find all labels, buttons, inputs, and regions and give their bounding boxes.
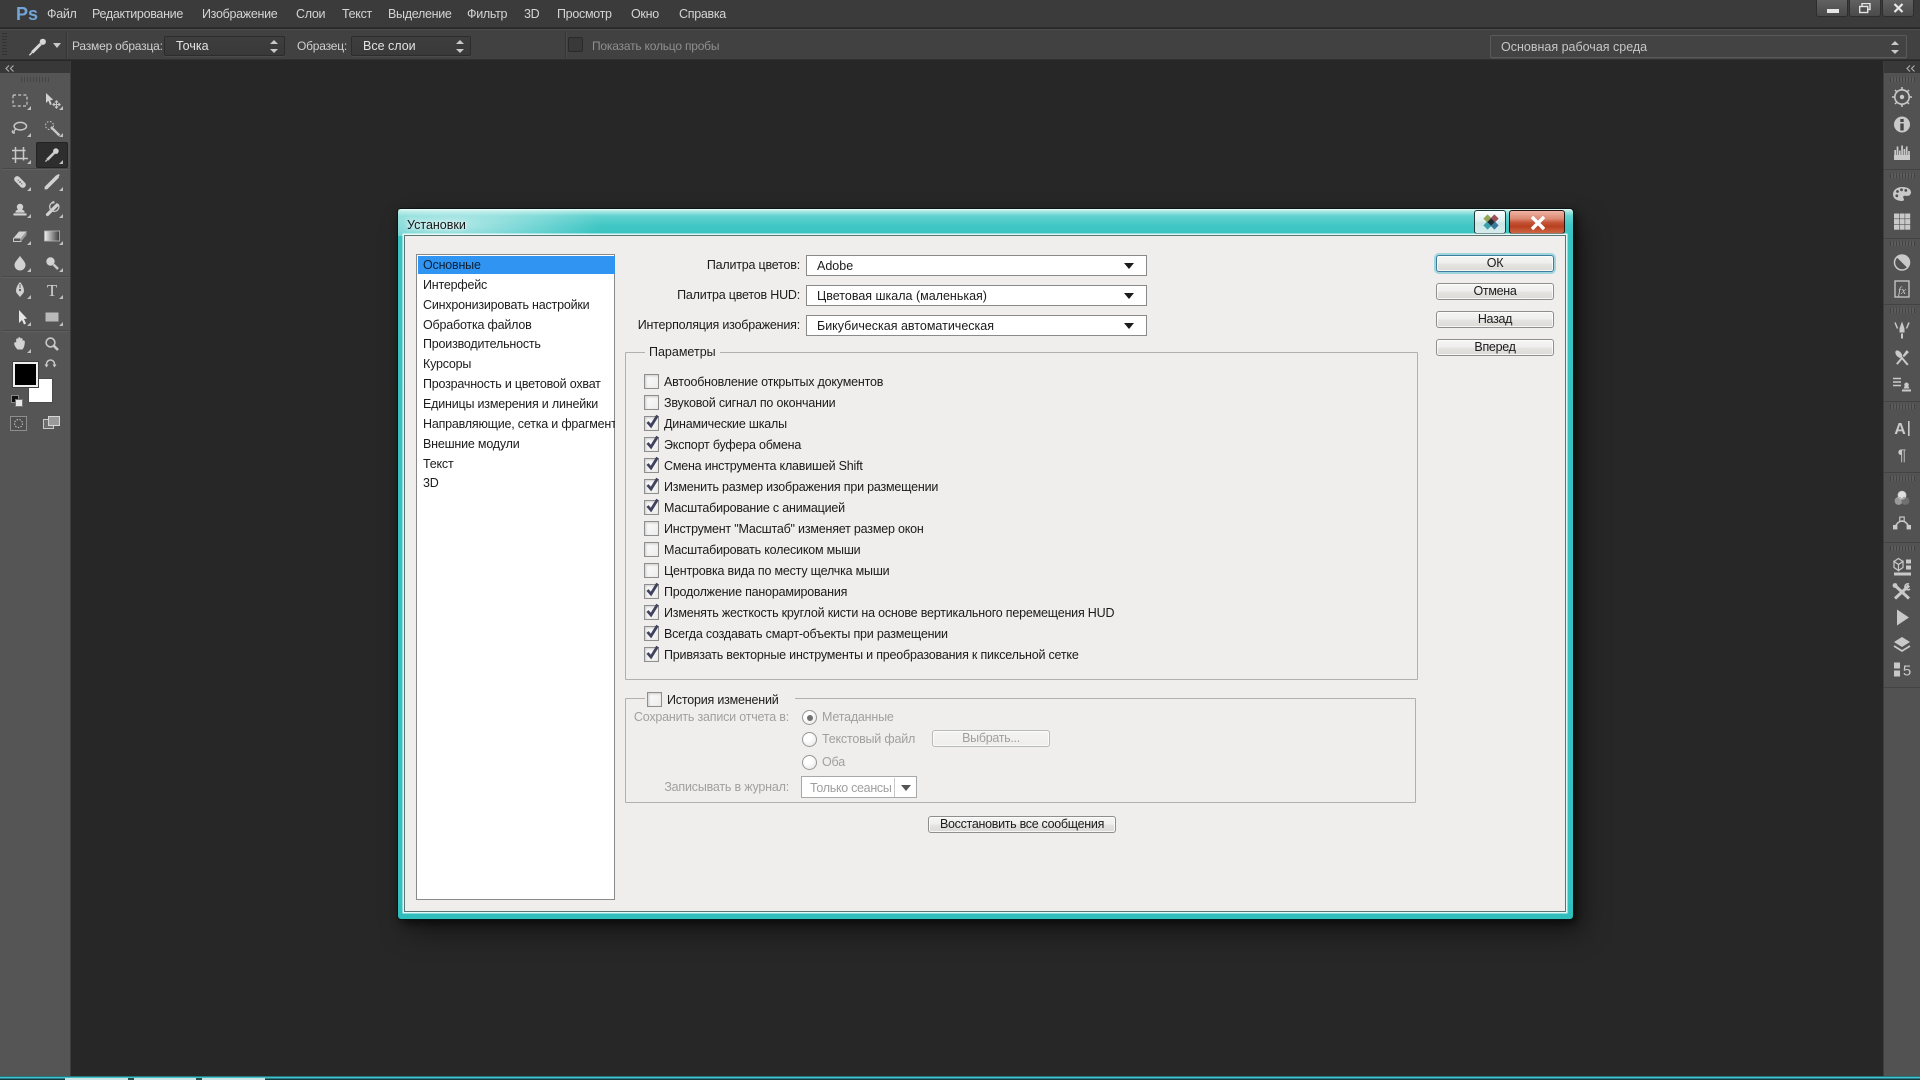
svg-text:fx: fx (1898, 285, 1906, 297)
svg-text:A: A (1894, 421, 1906, 438)
svg-text:5: 5 (1903, 663, 1911, 680)
svg-text:T: T (47, 281, 58, 300)
svg-text:¶: ¶ (1898, 448, 1907, 465)
